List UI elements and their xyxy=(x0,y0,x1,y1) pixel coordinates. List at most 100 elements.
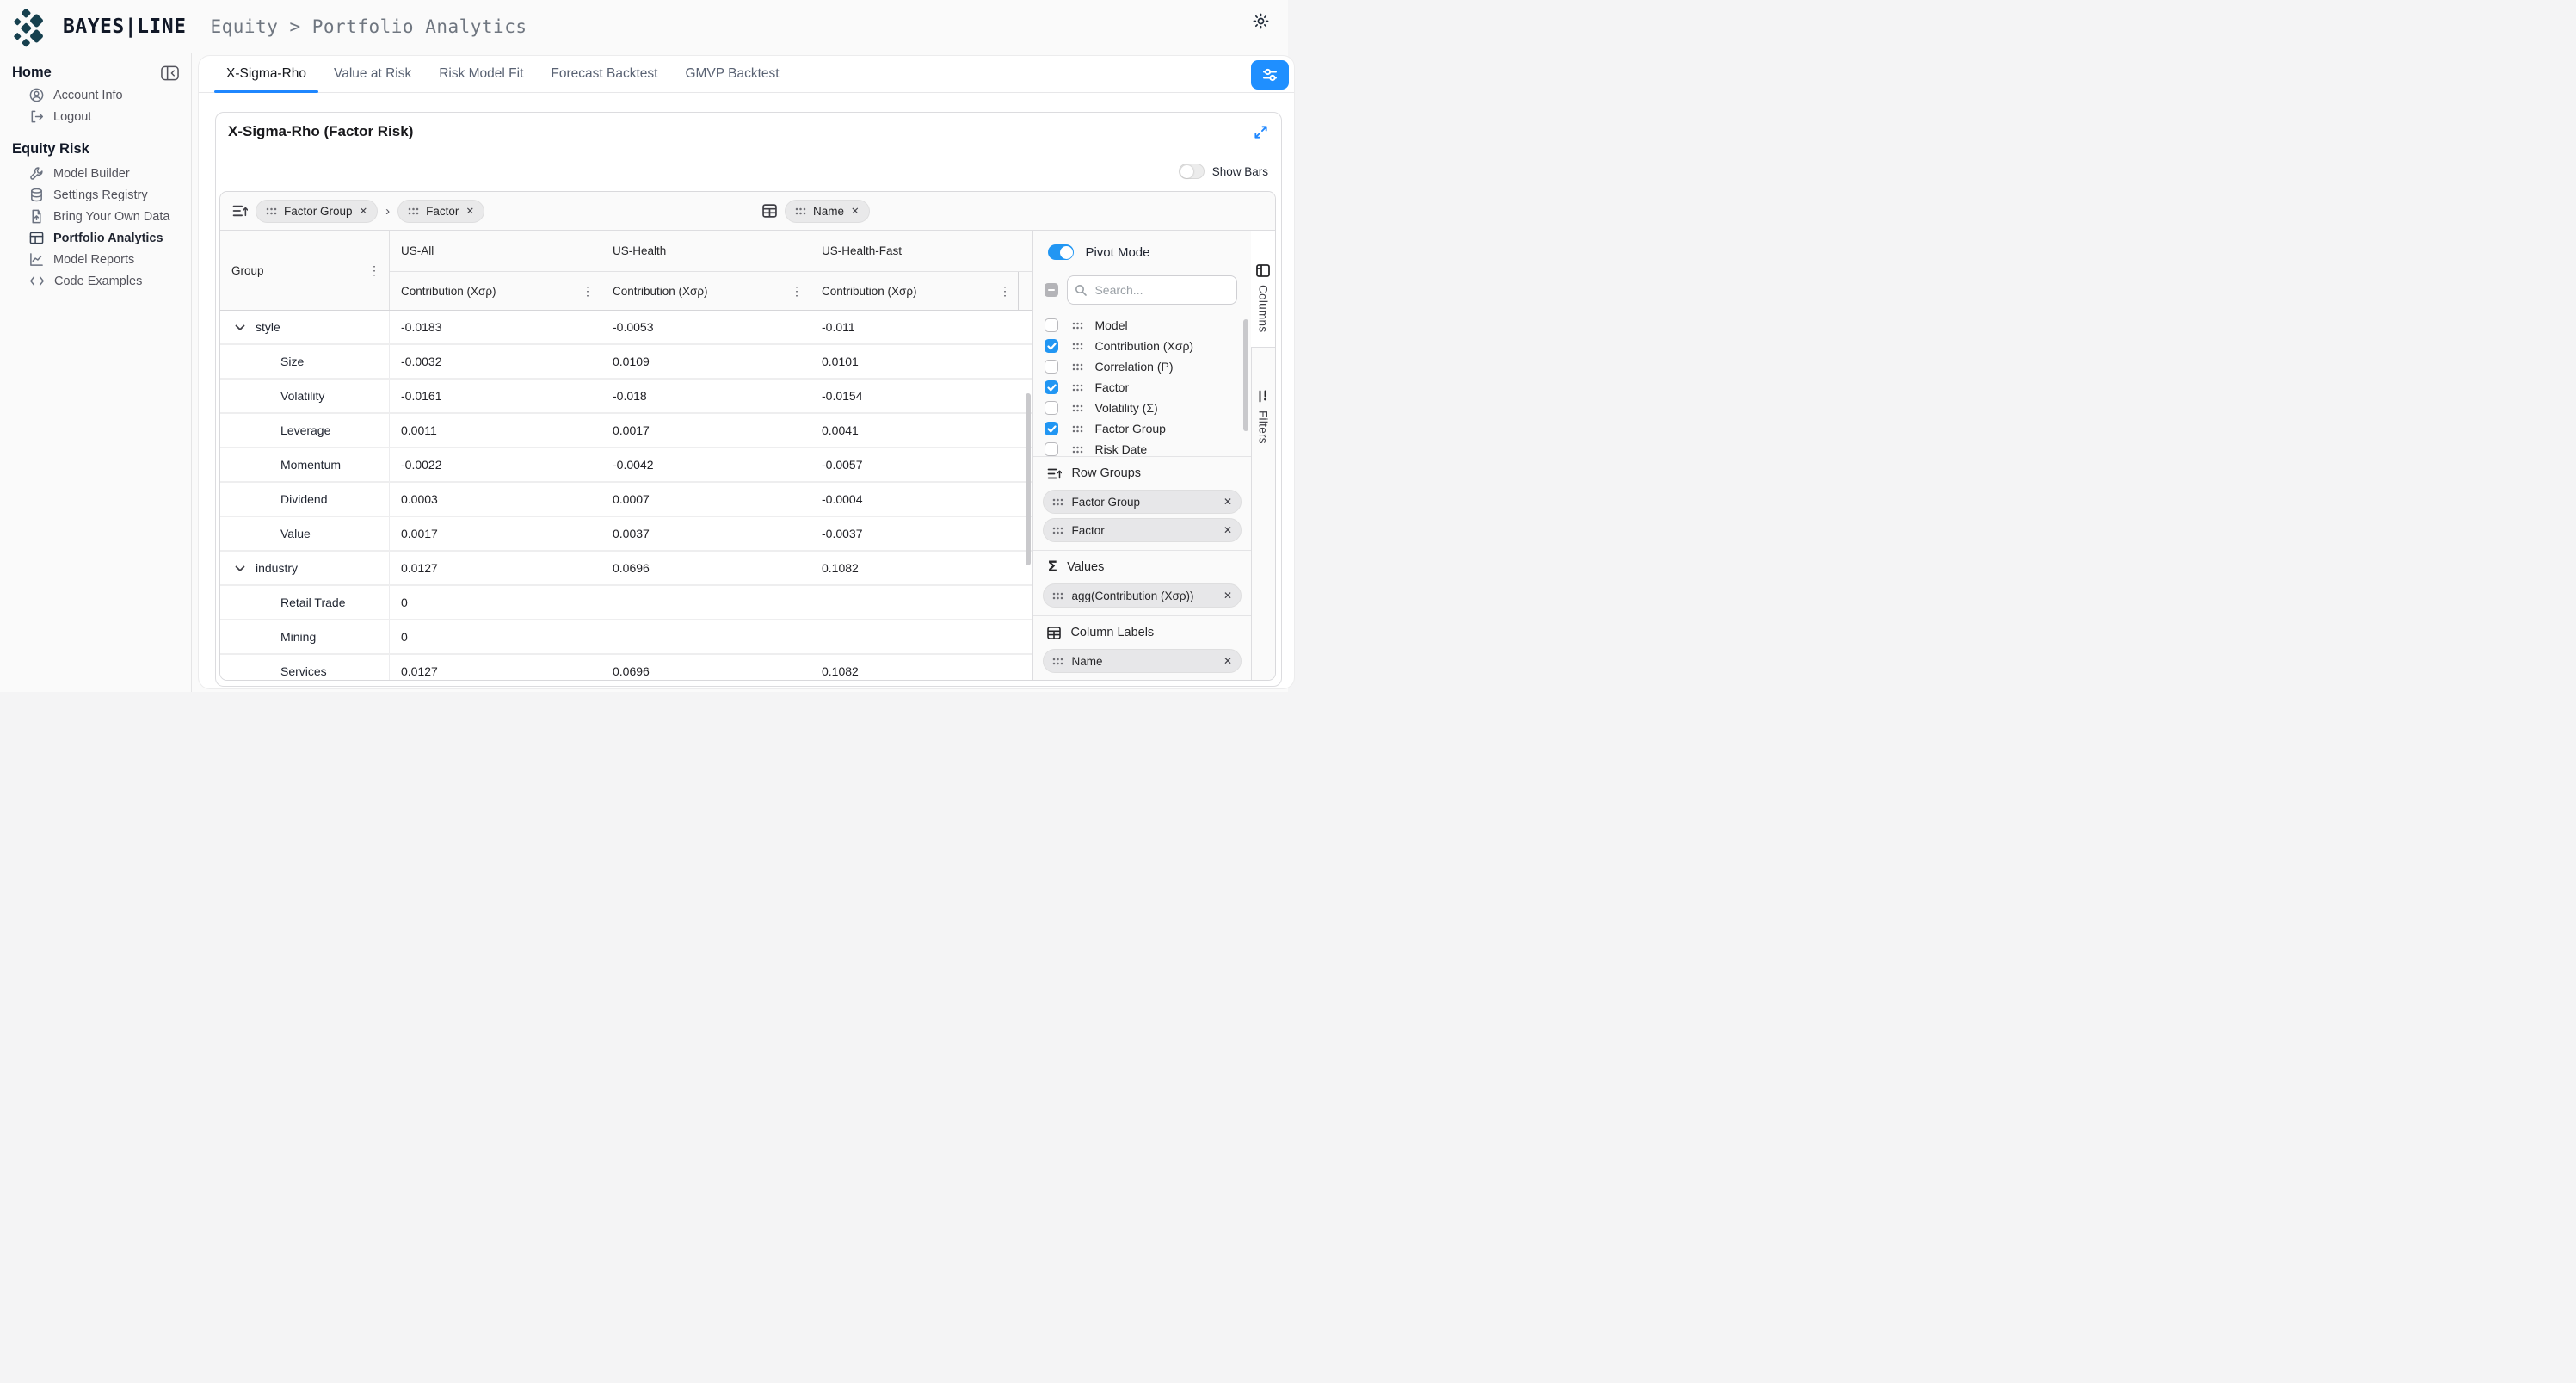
unchecked-checkbox[interactable] xyxy=(1045,360,1058,374)
sidebar-item-label: Bring Your Own Data xyxy=(53,210,169,224)
drag-handle-icon xyxy=(1072,425,1083,433)
sidebar-item-model-reports[interactable]: Model Reports xyxy=(0,249,191,270)
breadcrumb: Equity > Portfolio Analytics xyxy=(210,16,527,37)
sidebar-item-settings-registry[interactable]: Settings Registry xyxy=(0,184,191,206)
column-field-correlation-p[interactable]: Correlation (P) xyxy=(1033,356,1251,377)
tab-x-sigma-rho[interactable]: X-Sigma-Rho xyxy=(213,56,320,92)
column-menu-icon[interactable]: ⋮ xyxy=(791,284,810,299)
tab-forecast-backtest[interactable]: Forecast Backtest xyxy=(537,56,671,92)
column-field-factor[interactable]: Factor xyxy=(1033,377,1251,398)
column-group-header-us-health[interactable]: US-Health xyxy=(601,231,810,271)
field-label: Factor xyxy=(1094,380,1129,394)
logout-icon xyxy=(29,109,44,124)
pivot-mode-toggle[interactable] xyxy=(1048,244,1074,260)
grid-vertical-scrollbar[interactable] xyxy=(1026,312,1032,681)
column-field-contribution-x[interactable]: Contribution (Xσρ) xyxy=(1033,336,1251,356)
column-labels-icon xyxy=(1047,627,1061,639)
field-label: Correlation (P) xyxy=(1094,360,1173,374)
sidebar-item-account-info[interactable]: Account Info xyxy=(0,84,191,106)
table-row-momentum: Momentum-0.0022-0.0042-0.0057 xyxy=(220,448,1032,483)
row-group-chip-factor-group[interactable]: Factor Group ✕ xyxy=(256,200,378,223)
sidebar-item-label: Code Examples xyxy=(54,275,142,288)
chevron-down-icon[interactable] xyxy=(235,561,245,575)
value-column-header-us-health-fast[interactable]: Contribution (Xσρ)⋮ xyxy=(810,272,1018,310)
sidebar-item-logout[interactable]: Logout xyxy=(0,106,191,127)
grid-settings-button[interactable] xyxy=(1251,60,1289,90)
value-cell: -0.0053 xyxy=(601,311,810,343)
close-icon[interactable]: ✕ xyxy=(1223,655,1232,667)
scrollbar-thumb[interactable] xyxy=(1026,393,1031,565)
sidebar-item-bring-your-own-data[interactable]: Bring Your Own Data xyxy=(0,206,191,227)
value-cell: -0.011 xyxy=(810,311,1018,343)
sigma-icon: Σ xyxy=(1047,559,1057,576)
sidebar-collapse-icon[interactable] xyxy=(161,65,179,81)
tab-risk-model-fit[interactable]: Risk Model Fit xyxy=(425,56,537,92)
unchecked-checkbox[interactable] xyxy=(1045,401,1058,415)
value-chip-agg-contribution-x[interactable]: agg(Contribution (Xσρ))✕ xyxy=(1043,583,1242,608)
checked-checkbox[interactable] xyxy=(1045,422,1058,435)
close-icon[interactable]: ✕ xyxy=(465,205,474,217)
value-column-header-us-health[interactable]: Contribution (Xσρ)⋮ xyxy=(601,272,810,310)
column-menu-icon[interactable]: ⋮ xyxy=(582,284,601,299)
group-column-header[interactable]: Group ⋮ xyxy=(220,231,390,310)
row-groups-title: Row Groups xyxy=(1071,466,1141,480)
column-field-factor-group[interactable]: Factor Group xyxy=(1033,418,1251,439)
unchecked-checkbox[interactable] xyxy=(1045,442,1058,456)
column-label-chip-name[interactable]: Name✕ xyxy=(1043,649,1242,673)
database-icon xyxy=(29,188,44,202)
side-tab-columns[interactable]: Columns xyxy=(1251,231,1275,348)
column-field-risk-date[interactable]: Risk Date xyxy=(1033,439,1251,460)
row-group-chip-factor[interactable]: Factor✕ xyxy=(1043,518,1242,542)
grid-body: style-0.0183-0.0053-0.011Size-0.00320.01… xyxy=(220,311,1032,681)
unchecked-checkbox[interactable] xyxy=(1045,318,1058,332)
checked-checkbox[interactable] xyxy=(1045,380,1058,394)
column-labels-title: Column Labels xyxy=(1070,626,1154,639)
column-label-chip-name[interactable]: Name✕ xyxy=(785,200,870,223)
column-field-list: Model Contribution (Xσρ) Correlation (P) Fa… xyxy=(1033,312,1251,457)
column-menu-icon[interactable]: ⋮ xyxy=(368,263,380,278)
sidebar-item-portfolio-analytics[interactable]: Portfolio Analytics xyxy=(0,227,191,249)
row-groups-icon xyxy=(1047,467,1062,480)
field-list-scrollbar[interactable] xyxy=(1243,319,1248,431)
side-tab-filters[interactable]: Filters xyxy=(1251,348,1275,458)
value-cell: -0.0037 xyxy=(810,517,1018,550)
tab-gmvp-backtest[interactable]: GMVP Backtest xyxy=(671,56,792,92)
drag-handle-icon xyxy=(1072,446,1083,454)
close-icon[interactable]: ✕ xyxy=(851,205,860,217)
value-column-header-us-all[interactable]: Contribution (Xσρ)⋮ xyxy=(390,272,601,310)
grid-viewport: Group ⋮ US-All US-Health US-Health-Fast Co… xyxy=(220,231,1032,681)
expand-icon[interactable] xyxy=(1253,124,1269,140)
drag-handle-icon xyxy=(1072,322,1083,330)
column-menu-icon[interactable]: ⋮ xyxy=(999,284,1018,299)
column-group-header-us-health-fast[interactable]: US-Health-Fast xyxy=(810,231,1018,271)
row-label: Services xyxy=(280,664,327,678)
close-icon[interactable]: ✕ xyxy=(1223,524,1232,536)
close-icon[interactable]: ✕ xyxy=(1223,590,1232,602)
column-group-header-us-all[interactable]: US-All xyxy=(390,231,601,271)
chevron-down-icon[interactable] xyxy=(235,320,245,334)
field-label: Contribution (Xσρ) xyxy=(1094,339,1193,353)
close-icon[interactable]: ✕ xyxy=(360,205,368,217)
column-field-model[interactable]: Model xyxy=(1033,315,1251,336)
sidebar-item-model-builder[interactable]: Model Builder xyxy=(0,163,191,184)
row-label-cell[interactable]: style xyxy=(220,311,390,343)
content-card: X-Sigma-RhoValue at RiskRisk Model FitFo… xyxy=(198,55,1295,689)
search-input[interactable] xyxy=(1093,282,1229,298)
row-group-chip-factor[interactable]: Factor✕ xyxy=(397,200,484,223)
row-group-chip-factor-group[interactable]: Factor Group✕ xyxy=(1043,490,1242,514)
sun-icon[interactable] xyxy=(1253,13,1269,29)
tab-bar: X-Sigma-RhoValue at RiskRisk Model FitFo… xyxy=(199,56,1294,93)
show-bars-toggle[interactable] xyxy=(1179,164,1205,179)
close-icon[interactable]: ✕ xyxy=(1223,496,1232,508)
column-group-label: US-Health xyxy=(613,244,666,257)
column-field-volatility[interactable]: Volatility (Σ) xyxy=(1033,398,1251,418)
row-label-cell[interactable]: industry xyxy=(220,552,390,584)
filters-icon xyxy=(1257,390,1270,403)
chip-label: Factor Group xyxy=(284,205,353,218)
drag-handle-icon xyxy=(1072,363,1083,371)
row-label-cell: Dividend xyxy=(220,483,390,516)
sidebar-item-code-examples[interactable]: Code Examples xyxy=(0,270,191,292)
select-all-checkbox[interactable] xyxy=(1045,283,1058,297)
checked-checkbox[interactable] xyxy=(1045,339,1058,353)
tab-value-at-risk[interactable]: Value at Risk xyxy=(320,56,425,92)
